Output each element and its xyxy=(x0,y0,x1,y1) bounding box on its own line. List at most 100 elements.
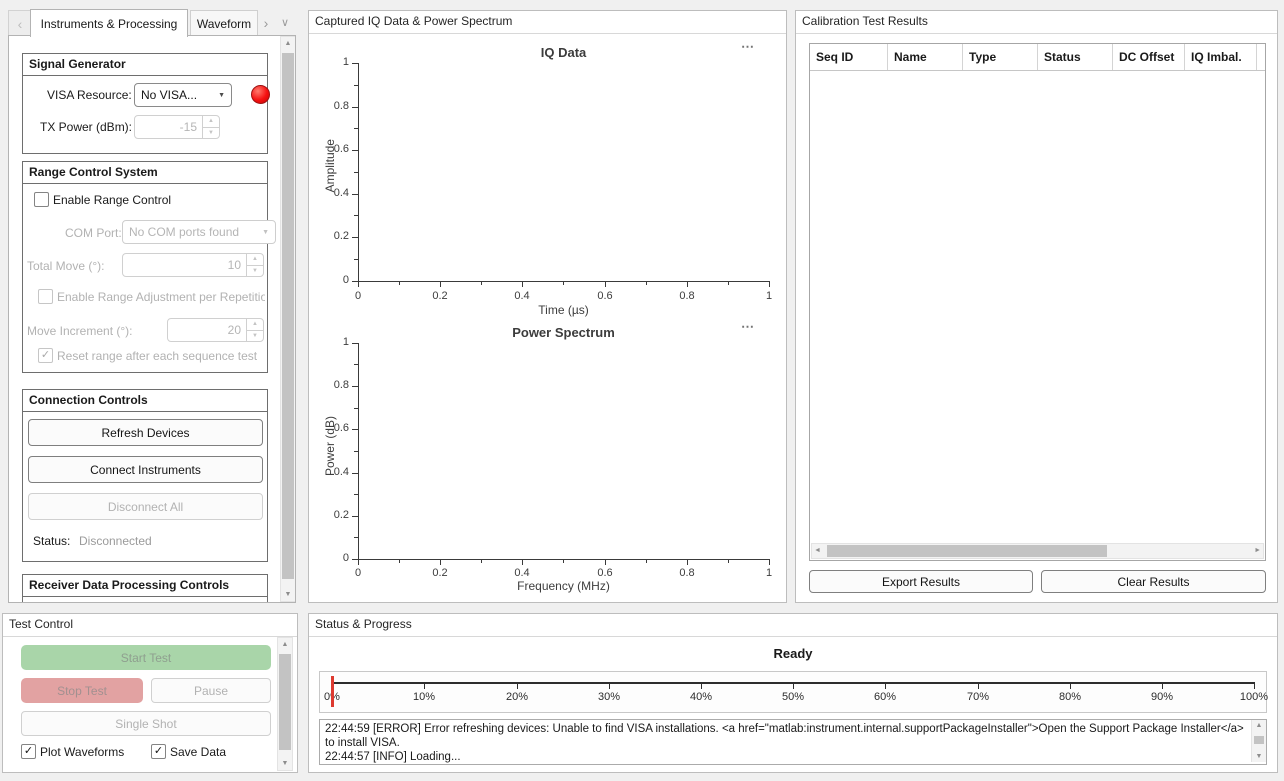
spinner-down-icon[interactable]: ▼ xyxy=(247,331,263,342)
move-increment-label: Move Increment (°): xyxy=(27,324,133,338)
reset-range-checkbox[interactable]: ✓ xyxy=(38,348,53,363)
stop-test-label: Stop Test xyxy=(57,684,107,698)
spinner-down-icon[interactable]: ▼ xyxy=(247,266,263,277)
tab-waveform[interactable]: Waveform xyxy=(190,10,258,37)
enable-range-control-label: Enable Range Control xyxy=(53,193,171,207)
x-tick-label: 0 xyxy=(355,290,361,302)
scrollbar-down-icon[interactable]: ▼ xyxy=(278,760,292,767)
progress-gauge: 0% 10% 20% 30% 40% 50% 60% 70% 80% 90% 1… xyxy=(319,671,1267,713)
spinner-up-icon[interactable]: ▲ xyxy=(203,116,219,128)
enable-range-control-checkbox[interactable] xyxy=(34,192,49,207)
receiver-processing-title: Receiver Data Processing Controls xyxy=(23,575,267,597)
spinner-up-icon[interactable]: ▲ xyxy=(247,319,263,331)
gauge-tick-label: 40% xyxy=(690,691,712,703)
tx-power-label: TX Power (dBm): xyxy=(40,120,132,134)
tab-instruments-processing[interactable]: Instruments & Processing xyxy=(30,9,188,37)
signal-generator-panel: Signal Generator VISA Resource: No VISA.… xyxy=(22,53,268,154)
pause-button[interactable]: Pause xyxy=(151,678,271,703)
checkmark-icon: ✓ xyxy=(41,349,50,361)
pause-label: Pause xyxy=(194,684,228,698)
axes-toolbar-icon[interactable]: ⋯ xyxy=(741,319,755,335)
x-tick-label: 0.2 xyxy=(432,567,447,579)
clear-results-button[interactable]: Clear Results xyxy=(1041,570,1266,593)
checkmark-icon: ✓ xyxy=(154,745,163,757)
chevron-down-icon: ∨ xyxy=(281,16,289,29)
disconnect-all-button[interactable]: Disconnect All xyxy=(28,493,263,520)
connection-controls-panel: Connection Controls Refresh Devices Conn… xyxy=(22,389,268,562)
iq-ylabel: Amplitude xyxy=(323,139,337,192)
x-tick-label: 0.2 xyxy=(432,290,447,302)
chevron-right-icon: › xyxy=(264,15,269,31)
spectrum-plot-area xyxy=(358,343,770,560)
start-test-button[interactable]: Start Test xyxy=(21,645,271,670)
start-test-label: Start Test xyxy=(121,651,171,665)
gauge-needle xyxy=(331,676,334,707)
capture-panel: Captured IQ Data & Power Spectrum IQ Dat… xyxy=(308,10,787,603)
scrollbar-thumb[interactable] xyxy=(827,545,1107,557)
results-panel-title: Calibration Test Results xyxy=(796,11,1277,34)
status-progress-title: Status & Progress xyxy=(309,614,1277,637)
signal-generator-title: Signal Generator xyxy=(23,54,267,76)
results-table-hscrollbar[interactable]: ◄ ► xyxy=(811,543,1264,559)
scrollbar-up-icon[interactable]: ▲ xyxy=(1252,722,1266,729)
tx-power-spinner[interactable]: -15 ▲▼ xyxy=(134,115,220,139)
total-move-label: Total Move (°): xyxy=(27,259,104,273)
single-shot-label: Single Shot xyxy=(115,717,176,731)
test-control-scrollbar[interactable]: ▲ ▼ xyxy=(277,637,293,771)
com-port-dropdown[interactable]: No COM ports found ▼ xyxy=(122,220,276,244)
save-data-checkbox[interactable]: ✓ xyxy=(151,744,166,759)
export-results-button[interactable]: Export Results xyxy=(809,570,1033,593)
left-panel-scrollbar[interactable]: ▲ ▼ xyxy=(280,36,296,602)
move-increment-spinner[interactable]: 20 ▲▼ xyxy=(167,318,264,342)
x-tick-label: 0 xyxy=(355,567,361,579)
scrollbar-down-icon[interactable]: ▼ xyxy=(1252,753,1266,760)
connect-instruments-button[interactable]: Connect Instruments xyxy=(28,456,263,483)
range-adjustment-checkbox[interactable] xyxy=(38,289,53,304)
checkmark-icon: ✓ xyxy=(24,745,33,757)
tab-scroll-left-button[interactable]: ‹ xyxy=(8,10,32,37)
scrollbar-thumb[interactable] xyxy=(282,53,294,579)
refresh-devices-button[interactable]: Refresh Devices xyxy=(28,419,263,446)
receiver-processing-panel: Receiver Data Processing Controls ▲▼ xyxy=(22,574,268,603)
disconnect-all-label: Disconnect All xyxy=(108,500,183,514)
log-scrollbar[interactable]: ▲ ▼ xyxy=(1251,720,1266,762)
column-header-seq-id: Seq ID xyxy=(810,44,888,70)
test-control-title: Test Control xyxy=(3,614,297,637)
log-textarea[interactable]: 22:44:59 [ERROR] Error refreshing device… xyxy=(319,719,1267,765)
connection-controls-title: Connection Controls xyxy=(23,390,267,412)
scrollbar-up-icon[interactable]: ▲ xyxy=(281,40,295,47)
gauge-tick-label: 20% xyxy=(506,691,528,703)
range-adjustment-label: Enable Range Adjustment per Repetition xyxy=(57,290,265,304)
status-ready-label: Ready xyxy=(309,646,1277,661)
spinner-down-icon[interactable]: ▼ xyxy=(203,128,219,139)
tab-content-instruments: Signal Generator VISA Resource: No VISA.… xyxy=(8,35,296,603)
clear-results-label: Clear Results xyxy=(1117,575,1189,589)
scrollbar-down-icon[interactable]: ▼ xyxy=(281,591,295,598)
gauge-tick-label: 10% xyxy=(413,691,435,703)
single-shot-button[interactable]: Single Shot xyxy=(21,711,271,736)
axes-toolbar-icon[interactable]: ⋯ xyxy=(741,39,755,55)
tab-scroll-right-button[interactable]: › xyxy=(258,10,274,35)
x-tick-label: 0.4 xyxy=(514,567,529,579)
stop-test-button[interactable]: Stop Test xyxy=(21,678,143,703)
spectrum-ylabel: Power (dB) xyxy=(323,416,337,476)
visa-resource-dropdown[interactable]: No VISA... ▼ xyxy=(134,83,232,107)
tab-list-button[interactable]: ∨ xyxy=(276,10,294,35)
scrollbar-up-icon[interactable]: ▲ xyxy=(278,641,292,648)
x-tick-label: 0.4 xyxy=(514,290,529,302)
capture-panel-title: Captured IQ Data & Power Spectrum xyxy=(309,11,786,34)
save-data-label: Save Data xyxy=(170,745,226,759)
x-tick-label: 0.6 xyxy=(597,567,612,579)
range-control-title: Range Control System xyxy=(23,162,267,184)
spinner-up-icon[interactable]: ▲ xyxy=(247,254,263,266)
scrollbar-thumb[interactable] xyxy=(279,654,291,750)
x-tick-label: 0.6 xyxy=(597,290,612,302)
column-header-dc-offset: DC Offset xyxy=(1113,44,1185,70)
scrollbar-left-icon[interactable]: ◄ xyxy=(814,547,821,554)
dropdown-arrow-icon: ▼ xyxy=(262,229,269,236)
plot-waveforms-checkbox[interactable]: ✓ xyxy=(21,744,36,759)
spectrum-xlabel: Frequency (MHz) xyxy=(358,579,769,593)
total-move-spinner[interactable]: 10 ▲▼ xyxy=(122,253,264,277)
scrollbar-right-icon[interactable]: ► xyxy=(1254,547,1261,554)
scrollbar-thumb[interactable] xyxy=(1254,736,1264,744)
